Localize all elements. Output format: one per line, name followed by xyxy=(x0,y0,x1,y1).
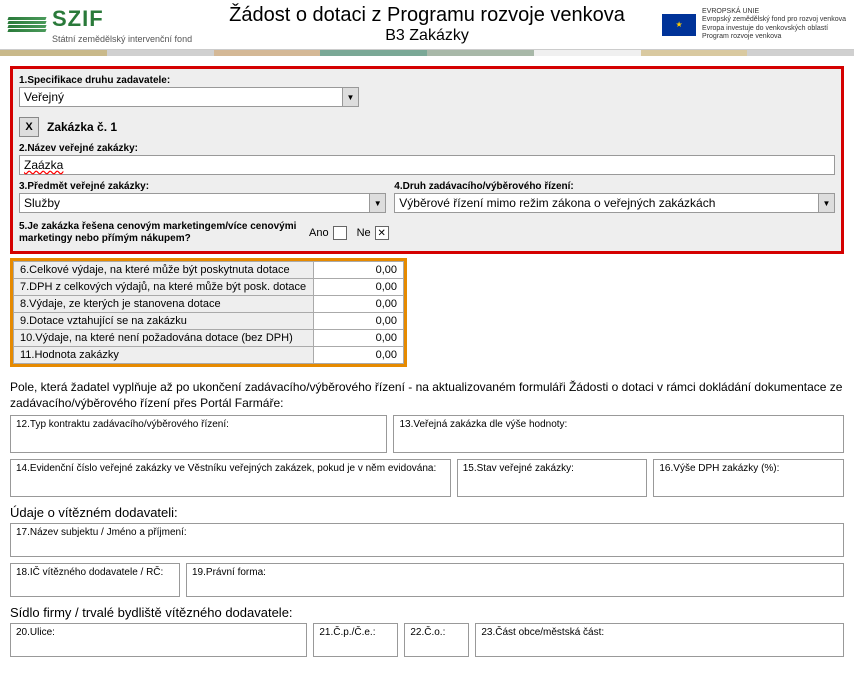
field-1-value: Veřejný xyxy=(20,88,342,106)
field-3-label: 3.Předmět veřejné zakázky: xyxy=(19,181,386,192)
field-4-label: 4.Druh zadávacího/výběrového řízení: xyxy=(394,181,835,192)
field-23-box[interactable]: 23.Část obce/městská část: xyxy=(475,623,844,657)
table-row: 8.Výdaje, ze kterých je stanovena dotace… xyxy=(14,296,404,313)
zakazka-title: Zakázka č. 1 xyxy=(47,120,117,134)
finance-highlight-box: 6.Celkové výdaje, na které může být posk… xyxy=(10,258,407,367)
finance-value[interactable]: 0,00 xyxy=(314,262,404,279)
field-17-box[interactable]: 17.Název subjektu / Jméno a příjmení: xyxy=(10,523,844,557)
finance-label: 6.Celkové výdaje, na které může být posk… xyxy=(14,262,314,279)
field-16-box[interactable]: 16.Výše DPH zakázky (%): xyxy=(653,459,844,497)
table-row: 9.Dotace vztahující se na zakázku0,00 xyxy=(14,313,404,330)
finance-label: 10.Výdaje, na které není požadována dota… xyxy=(14,330,314,347)
finance-table: 6.Celkové výdaje, na které může být posk… xyxy=(13,261,404,364)
field-4-select[interactable]: Výběrové řízení mimo režim zákona o veře… xyxy=(394,193,835,213)
ne-label: Ne xyxy=(357,227,371,239)
finance-label: 11.Hodnota zakázky xyxy=(14,347,314,364)
field-19-box[interactable]: 19.Právní forma: xyxy=(186,563,844,597)
finance-value[interactable]: 0,00 xyxy=(314,330,404,347)
eu-block: EVROPSKÁ UNIE Evropský zemědělský fond p… xyxy=(662,8,846,42)
finance-value[interactable]: 0,00 xyxy=(314,347,404,364)
field-2-input[interactable]: Zaázka xyxy=(19,155,835,175)
field-2-label: 2.Název veřejné zakázky: xyxy=(19,143,835,154)
section-dodavatel: Údaje o vítězném dodavateli: xyxy=(10,505,844,520)
field-12-box[interactable]: 12.Typ kontraktu zadávacího/výběrového ř… xyxy=(10,415,387,453)
remove-zakazka-button[interactable]: X xyxy=(19,117,39,137)
color-bar xyxy=(0,50,854,56)
page-subtitle: B3 Zakázky xyxy=(192,27,662,45)
chevron-down-icon[interactable]: ▼ xyxy=(818,194,834,212)
szif-logo-text: SZIF xyxy=(52,6,192,32)
page-title: Žádost o dotaci z Programu rozvoje venko… xyxy=(192,4,662,27)
szif-logo: SZIF Státní zemědělský intervenční fond xyxy=(8,6,192,44)
field-18-box[interactable]: 18.IČ vítězného dodavatele / RČ: xyxy=(10,563,180,597)
finance-value[interactable]: 0,00 xyxy=(314,296,404,313)
eu-line3: Evropa investuje do venkovských oblastí xyxy=(702,25,846,33)
page-header: SZIF Státní zemědělský intervenční fond … xyxy=(0,0,854,50)
table-row: 7.DPH z celkových výdajů, na které může … xyxy=(14,279,404,296)
chevron-down-icon[interactable]: ▼ xyxy=(342,88,358,106)
section-sidlo: Sídlo firmy / trvalé bydliště vítězného … xyxy=(10,605,844,620)
field-3-select[interactable]: Služby ▼ xyxy=(19,193,386,213)
field-1-label: 1.Specifikace druhu zadavatele: xyxy=(19,75,835,86)
finance-label: 9.Dotace vztahující se na zakázku xyxy=(14,313,314,330)
ne-checkbox[interactable]: ✕ xyxy=(375,226,389,240)
eu-line4: Program rozvoje venkova xyxy=(702,33,846,41)
finance-label: 8.Výdaje, ze kterých je stanovena dotace xyxy=(14,296,314,313)
field-13-box[interactable]: 13.Veřejná zakázka dle výše hodnoty: xyxy=(393,415,844,453)
field-20-box[interactable]: 20.Ulice: xyxy=(10,623,307,657)
field-3-value: Služby xyxy=(20,194,369,212)
eu-flag-icon xyxy=(662,14,696,36)
ano-label: Ano xyxy=(309,227,329,239)
field-21-box[interactable]: 21.Č.p./Č.e.: xyxy=(313,623,398,657)
finance-value[interactable]: 0,00 xyxy=(314,313,404,330)
field-22-box[interactable]: 22.Č.o.: xyxy=(404,623,469,657)
field-15-box[interactable]: 15.Stav veřejné zakázky: xyxy=(457,459,648,497)
chevron-down-icon[interactable]: ▼ xyxy=(369,194,385,212)
finance-label: 7.DPH z celkových výdajů, na které může … xyxy=(14,279,314,296)
field-1-select[interactable]: Veřejný ▼ xyxy=(19,87,359,107)
title-block: Žádost o dotaci z Programu rozvoje venko… xyxy=(192,4,662,45)
table-row: 10.Výdaje, na které není požadována dota… xyxy=(14,330,404,347)
field-4-value: Výběrové řízení mimo režim zákona o veře… xyxy=(395,194,818,212)
szif-logo-sub: Státní zemědělský intervenční fond xyxy=(52,34,192,44)
eu-line1: EVROPSKÁ UNIE xyxy=(702,8,846,16)
table-row: 6.Celkové výdaje, na které může být posk… xyxy=(14,262,404,279)
field-5-label: 5.Je zakázka řešena cenovým marketingem/… xyxy=(19,221,299,245)
finance-value[interactable]: 0,00 xyxy=(314,279,404,296)
eu-line2: Evropský zemědělský fond pro rozvoj venk… xyxy=(702,16,846,24)
zakazka-highlight-box: 1.Specifikace druhu zadavatele: Veřejný … xyxy=(10,66,844,254)
post-tender-note: Pole, která žadatel vyplňuje až po ukonč… xyxy=(10,380,844,411)
ano-checkbox[interactable] xyxy=(333,226,347,240)
table-row: 11.Hodnota zakázky0,00 xyxy=(14,347,404,364)
field-14-box[interactable]: 14.Evidenční číslo veřejné zakázky ve Vě… xyxy=(10,459,451,497)
